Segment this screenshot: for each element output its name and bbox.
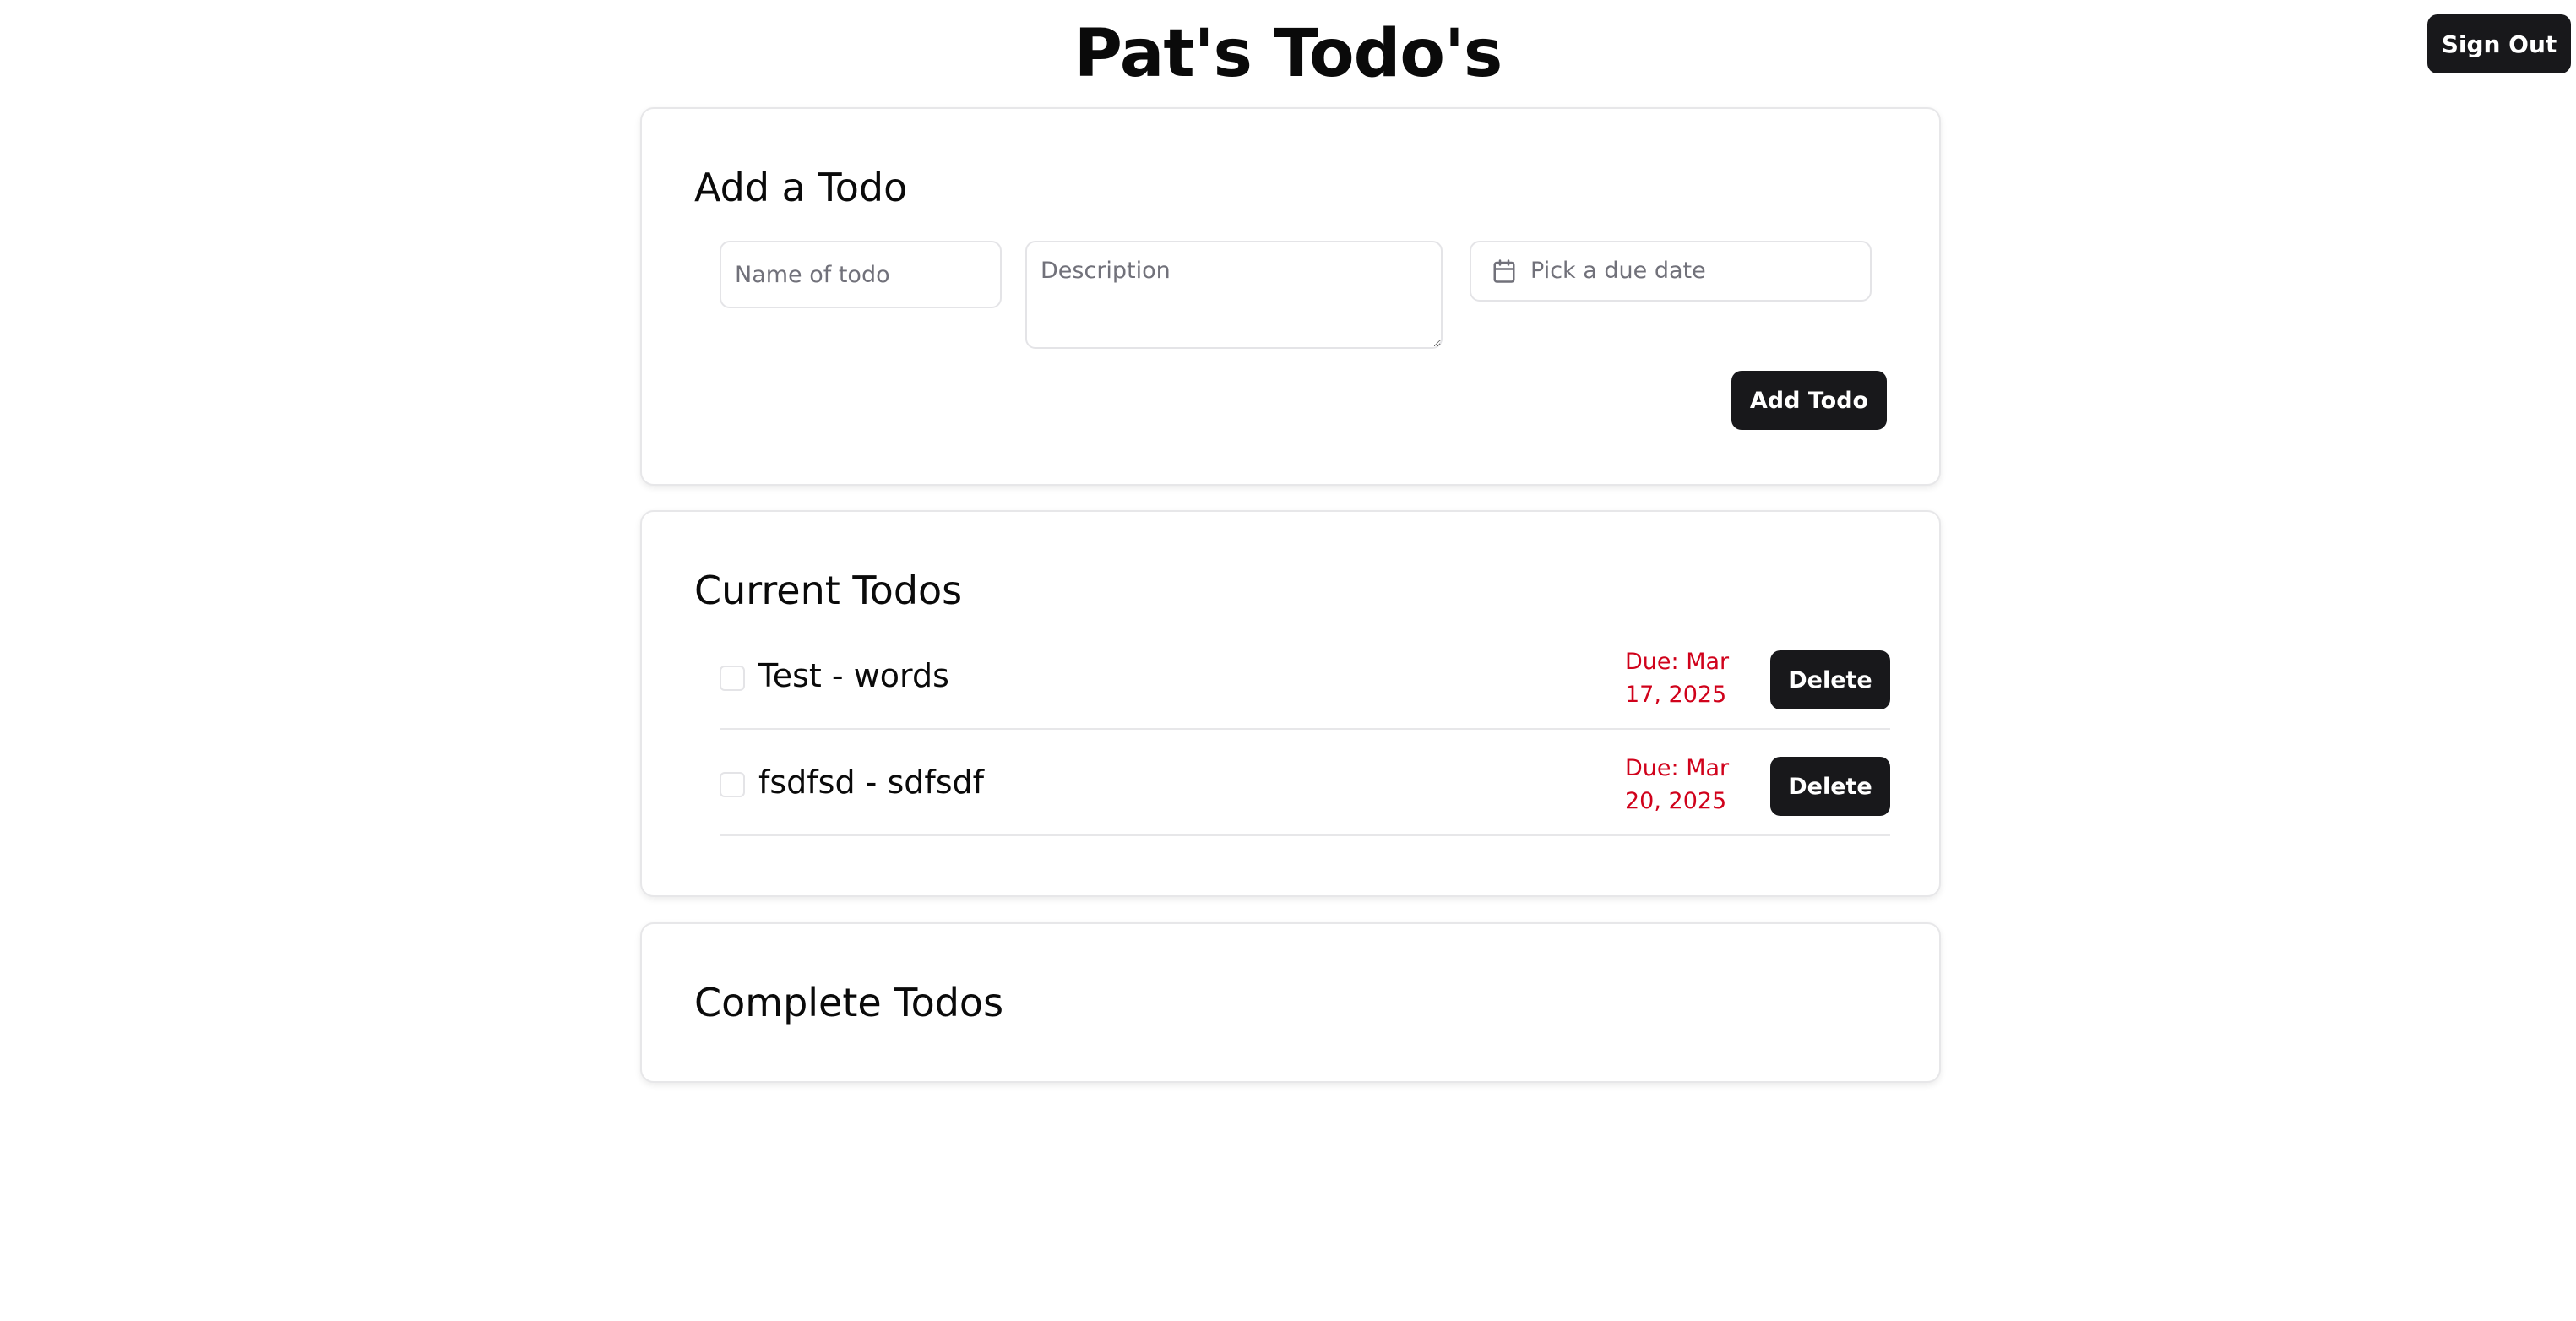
todo-due-date: Due: Mar 20, 2025: [1625, 755, 1730, 815]
todo-name-input[interactable]: [720, 241, 1002, 308]
add-todo-title: Add a Todo: [694, 165, 908, 210]
todo-text: Test - words: [758, 657, 949, 694]
todo-description-input[interactable]: [1025, 241, 1443, 349]
todo-checkbox[interactable]: [720, 772, 745, 797]
due-date-picker[interactable]: Pick a due date: [1470, 241, 1872, 302]
complete-todos-card: Complete Todos: [640, 922, 1941, 1083]
todo-row: Test - words Due: Mar 17, 2025 Delete: [720, 639, 1890, 730]
todo-checkbox[interactable]: [720, 666, 745, 691]
add-todo-button[interactable]: Add Todo: [1731, 371, 1887, 430]
add-todo-card: Add a Todo Pick a due date Add Todo: [640, 107, 1941, 486]
calendar-icon: [1493, 259, 1515, 283]
complete-todos-title: Complete Todos: [694, 980, 1004, 1025]
current-todos-card: Current Todos Test - words Due: Mar 17, …: [640, 510, 1941, 897]
delete-todo-button[interactable]: Delete: [1770, 757, 1890, 816]
todo-due-date: Due: Mar 17, 2025: [1625, 649, 1730, 709]
sign-out-button[interactable]: Sign Out: [2427, 14, 2571, 73]
page: Pat's Todo's Sign Out Add a Todo Pick a …: [0, 0, 2576, 1321]
due-date-placeholder: Pick a due date: [1530, 258, 1706, 284]
current-todos-title: Current Todos: [694, 568, 963, 613]
delete-todo-button[interactable]: Delete: [1770, 650, 1890, 709]
todo-row: fsdfsd - sdfsdf Due: Mar 20, 2025 Delete: [720, 745, 1890, 836]
page-title: Pat's Todo's: [1073, 16, 1503, 92]
todo-text: fsdfsd - sdfsdf: [758, 764, 985, 801]
